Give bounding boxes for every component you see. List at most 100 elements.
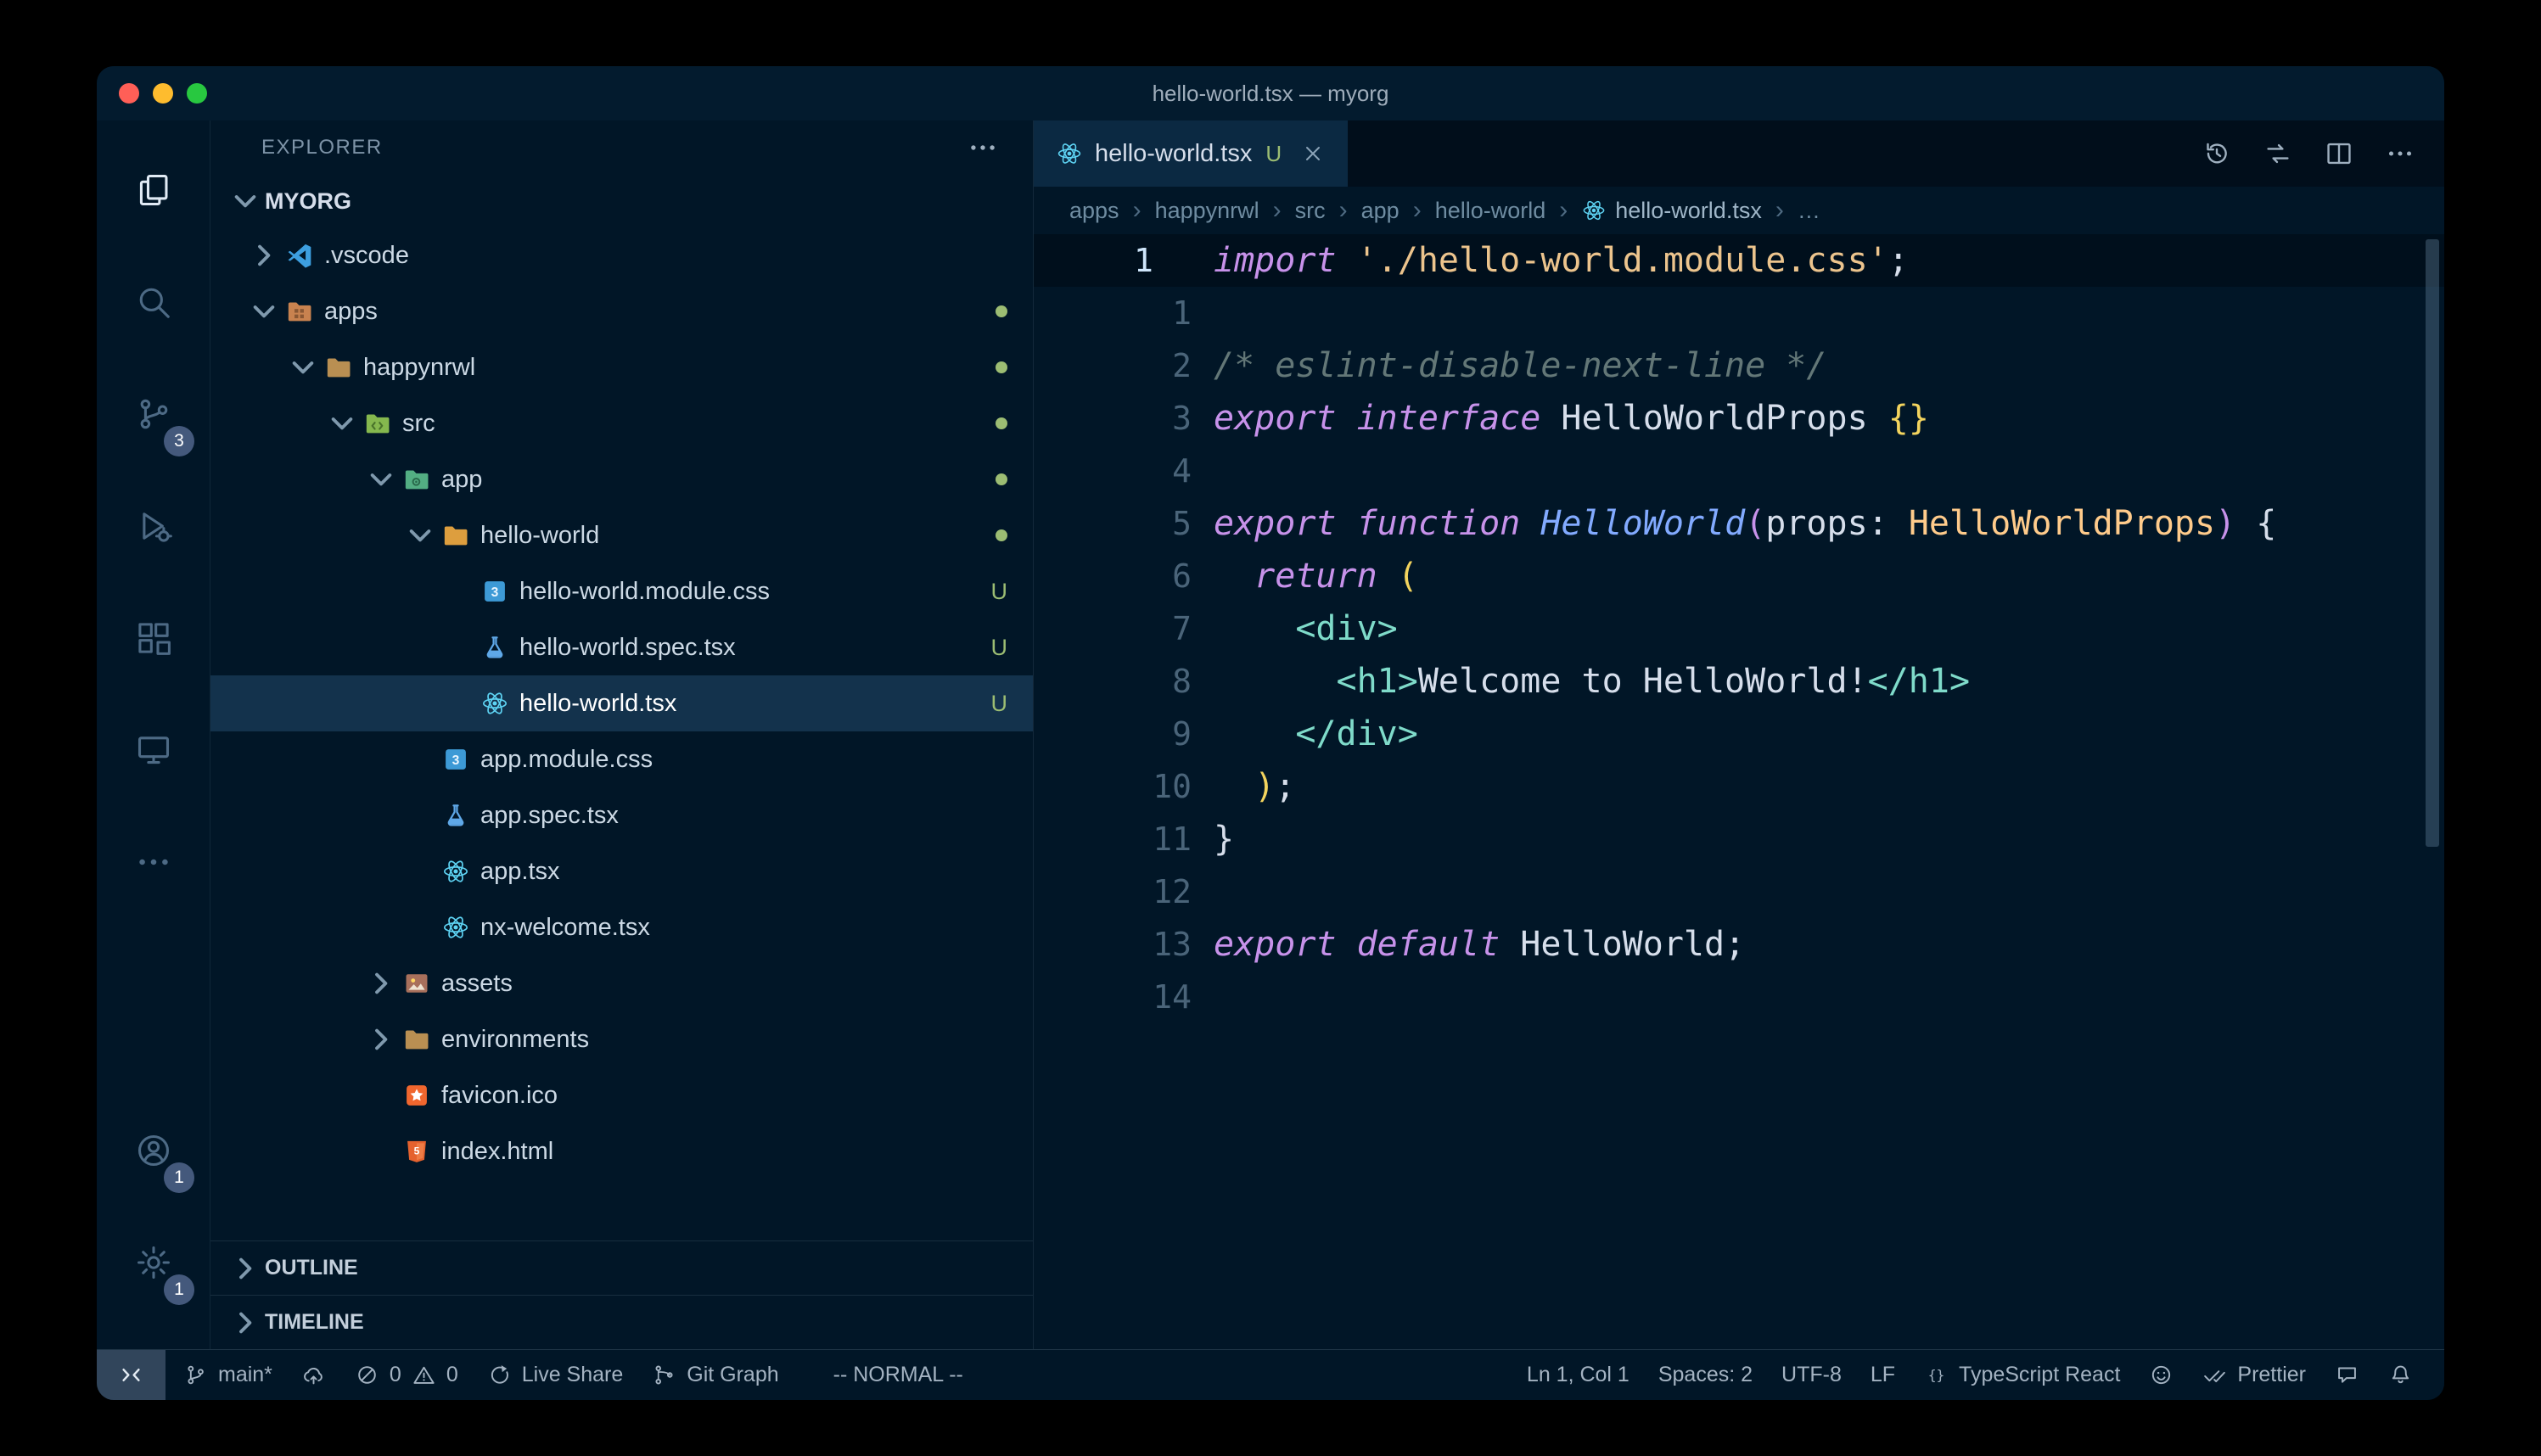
status-cursor-position[interactable]: Ln 1, Col 1	[1512, 1350, 1644, 1400]
line-number[interactable]: 13	[1034, 918, 1214, 971]
chevron-down-icon[interactable]	[283, 348, 323, 387]
line-number[interactable]: 9	[1034, 708, 1214, 760]
code-line[interactable]: 7 <div>	[1034, 602, 2444, 655]
tree-item-hello-world.module.css[interactable]: 3hello-world.module.cssU	[210, 563, 1033, 619]
line-number[interactable]: 8	[1034, 655, 1214, 708]
tree-item-app.tsx[interactable]: app.tsx	[210, 843, 1033, 899]
line-number[interactable]: 11	[1034, 813, 1214, 865]
compare-icon[interactable]	[2263, 138, 2293, 169]
status-comments[interactable]	[2320, 1350, 2374, 1400]
code-line[interactable]: 5export function HelloWorld(props: Hello…	[1034, 497, 2444, 550]
breadcrumb-app[interactable]: app	[1361, 198, 1400, 224]
status-notifications[interactable]	[2374, 1350, 2427, 1400]
status-encoding[interactable]: UTF-8	[1767, 1350, 1856, 1400]
activity-remote-explorer[interactable]	[97, 694, 210, 806]
line-number[interactable]: 1	[1034, 287, 1214, 339]
breadcrumb-hello-world[interactable]: hello-world	[1435, 198, 1546, 224]
tree-item-.vscode[interactable]: .vscode	[210, 227, 1033, 283]
section-outline[interactable]: OUTLINE	[210, 1240, 1033, 1295]
tree-item-hello-world.spec.tsx[interactable]: hello-world.spec.tsxU	[210, 619, 1033, 675]
code-line[interactable]: 8 <h1>Welcome to HelloWorld!</h1>	[1034, 655, 2444, 708]
code-line[interactable]: 3export interface HelloWorldProps {}	[1034, 392, 2444, 445]
tree-item-app[interactable]: app	[210, 451, 1033, 507]
code-line[interactable]: 4	[1034, 445, 2444, 497]
zoom-button[interactable]	[187, 83, 207, 104]
activity-settings[interactable]: 1	[97, 1207, 210, 1319]
chevron-down-icon[interactable]	[362, 460, 401, 499]
history-icon[interactable]	[2202, 138, 2232, 169]
tree-item-app.spec.tsx[interactable]: app.spec.tsx	[210, 787, 1033, 843]
tree-item-hello-world[interactable]: hello-world	[210, 507, 1033, 563]
chevron-right-icon[interactable]	[362, 964, 401, 1003]
tree-item-assets[interactable]: assets	[210, 955, 1033, 1011]
code-line[interactable]: 14	[1034, 971, 2444, 1023]
status-sync[interactable]	[287, 1350, 340, 1400]
breadcrumb-hello-world.tsx[interactable]: hello-world.tsx	[1581, 198, 1762, 224]
status-live-share[interactable]: Live Share	[473, 1350, 638, 1400]
status-vim-mode[interactable]: -- NORMAL --	[819, 1350, 978, 1400]
line-number[interactable]: 14	[1034, 971, 1214, 1023]
chevron-right-icon[interactable]	[362, 1020, 401, 1059]
tree-item-nx-welcome.tsx[interactable]: nx-welcome.tsx	[210, 899, 1033, 955]
code-line[interactable]: 1import './hello-world.module.css';	[1034, 234, 2444, 287]
status-git-graph[interactable]: Git Graph	[637, 1350, 793, 1400]
line-number[interactable]: 4	[1034, 445, 1214, 497]
code-line[interactable]: 12	[1034, 865, 2444, 918]
tree-item-environments[interactable]: environments	[210, 1011, 1033, 1067]
minimize-button[interactable]	[153, 83, 173, 104]
status-eol[interactable]: LF	[1856, 1350, 1910, 1400]
activity-more-views[interactable]	[97, 806, 210, 918]
activity-search[interactable]	[97, 246, 210, 358]
activity-extensions[interactable]	[97, 582, 210, 694]
line-number[interactable]: 10	[1034, 760, 1214, 813]
line-number[interactable]: 3	[1034, 392, 1214, 445]
breadcrumb-apps[interactable]: apps	[1069, 198, 1119, 224]
chevron-down-icon[interactable]	[323, 404, 362, 443]
tree-item-happynrwl[interactable]: happynrwl	[210, 339, 1033, 395]
code-line[interactable]: 9 </div>	[1034, 708, 2444, 760]
line-number[interactable]: 7	[1034, 602, 1214, 655]
chevron-down-icon[interactable]	[401, 516, 440, 555]
code-line[interactable]: 13export default HelloWorld;	[1034, 918, 2444, 971]
status-problems[interactable]: 00	[340, 1350, 473, 1400]
editor-scrollbar[interactable]	[2426, 239, 2439, 847]
tree-item-favicon.ico[interactable]: favicon.ico	[210, 1067, 1033, 1123]
status-remote[interactable]	[97, 1350, 165, 1400]
split-editor-icon[interactable]	[2324, 138, 2354, 169]
line-number[interactable]: 1	[1034, 234, 1214, 287]
line-number[interactable]: 12	[1034, 865, 1214, 918]
tree-item-src[interactable]: src	[210, 395, 1033, 451]
section-timeline[interactable]: TIMELINE	[210, 1295, 1033, 1349]
close-icon[interactable]	[1300, 141, 1326, 166]
code-line[interactable]: 11}	[1034, 813, 2444, 865]
line-number[interactable]: 6	[1034, 550, 1214, 602]
breadcrumb-happynrwl[interactable]: happynrwl	[1155, 198, 1259, 224]
chevron-down-icon[interactable]	[244, 292, 283, 331]
breadcrumb-more[interactable]: …	[1798, 198, 1820, 224]
chevron-right-icon[interactable]	[244, 236, 283, 275]
section-header-myorg[interactable]: MYORG	[210, 175, 1033, 227]
status-git-branch[interactable]: main*	[169, 1350, 287, 1400]
status-prettier[interactable]: Prettier	[2188, 1350, 2320, 1400]
status-feedback-smiley[interactable]	[2134, 1350, 2188, 1400]
explorer-more-actions-icon[interactable]	[967, 132, 999, 164]
tree-item-hello-world.tsx[interactable]: hello-world.tsxU	[210, 675, 1033, 731]
activity-run-and-debug[interactable]	[97, 470, 210, 582]
tree-item-index.html[interactable]: 5index.html	[210, 1123, 1033, 1179]
ellipsis-icon[interactable]	[2385, 138, 2415, 169]
activity-explorer[interactable]	[97, 134, 210, 246]
line-number[interactable]: 2	[1034, 339, 1214, 392]
tree-item-apps[interactable]: apps	[210, 283, 1033, 339]
line-number[interactable]: 5	[1034, 497, 1214, 550]
status-language-mode[interactable]: {}TypeScript React	[1910, 1350, 2134, 1400]
close-button[interactable]	[119, 83, 139, 104]
activity-accounts[interactable]: 1	[97, 1095, 210, 1207]
status-indentation[interactable]: Spaces: 2	[1644, 1350, 1767, 1400]
code-line[interactable]: 6 return (	[1034, 550, 2444, 602]
tab-hello-world-tsx[interactable]: hello-world.tsx U	[1034, 120, 1348, 187]
code-line[interactable]: 1	[1034, 287, 2444, 339]
code-line[interactable]: 2/* eslint-disable-next-line */	[1034, 339, 2444, 392]
code-line[interactable]: 10 );	[1034, 760, 2444, 813]
activity-source-control[interactable]: 3	[97, 358, 210, 470]
tree-item-app.module.css[interactable]: 3app.module.css	[210, 731, 1033, 787]
